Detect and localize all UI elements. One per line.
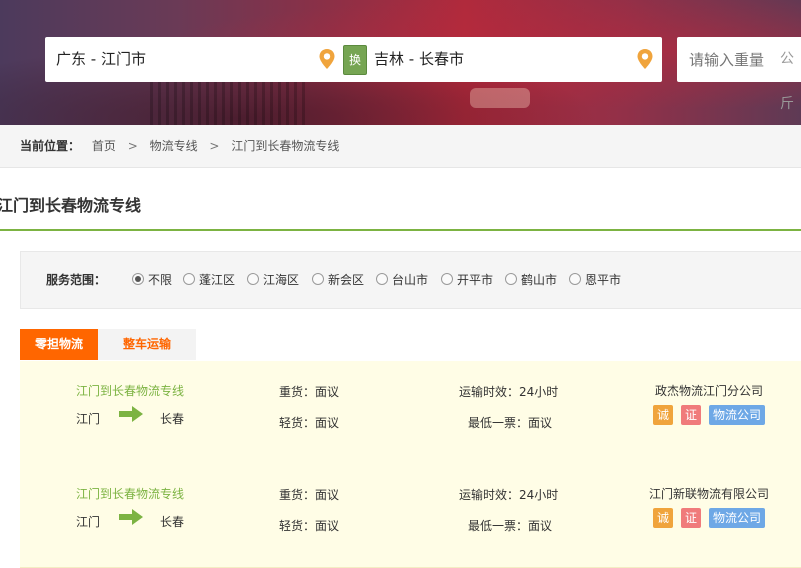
location-pin-icon[interactable]: [636, 48, 654, 70]
swap-button[interactable]: 换: [343, 45, 367, 75]
company-name-link[interactable]: 江门新联物流有限公司: [649, 485, 769, 502]
company-type-badge: 物流公司: [709, 405, 765, 425]
list-item[interactable]: 江门到长春物流专线 江门 长春 重货：面议 轻货：面议 运输时效：24小时 最低…: [20, 464, 801, 568]
radio-icon[interactable]: [183, 273, 195, 285]
route-title-link[interactable]: 江门到长春物流专线: [76, 382, 184, 399]
filter-label: 服务范围：: [46, 273, 107, 287]
weight-input[interactable]: [687, 49, 769, 71]
certified-badge: 证: [681, 508, 701, 528]
page-title-bar: 江门到长春物流专线: [0, 168, 801, 231]
filter-option-label: 蓬江区: [199, 273, 236, 287]
radio-icon[interactable]: [569, 273, 581, 285]
minimum-charge: 最低一票：面议: [468, 519, 553, 533]
filter-option-label: 鹤山市: [521, 273, 558, 287]
credit-badge: 诚: [653, 405, 673, 425]
breadcrumb-logistics-link[interactable]: 物流专线: [150, 139, 198, 153]
filter-option-label: 新会区: [328, 273, 365, 287]
hero-banner: 广东 - 江门市 换 吉林 - 长春市 公斤: [0, 0, 801, 125]
company-name-link[interactable]: 政杰物流江门分公司: [655, 382, 763, 399]
tab-ftl[interactable]: 整车运输: [98, 329, 196, 360]
radio-icon[interactable]: [505, 273, 517, 285]
filter-option-label: 开平市: [457, 273, 494, 287]
tab-ltl[interactable]: 零担物流: [20, 329, 98, 360]
route-destination: 长春: [160, 412, 185, 426]
company-type-badge: 物流公司: [709, 508, 765, 528]
breadcrumb-home-link[interactable]: 首页: [92, 139, 116, 153]
transit-time: 运输时效：24小时: [459, 488, 559, 502]
service-area-filter: 服务范围： 不限 蓬江区 江海区 新会区 台山市 开平市 鹤山市 恩平市: [20, 251, 801, 309]
filter-option-label: 恩平市: [585, 273, 622, 287]
weight-unit: 公斤: [780, 51, 794, 112]
filter-option-label: 江海区: [263, 273, 300, 287]
route-origin: 江门: [76, 412, 101, 426]
light-price: 轻货：面议: [279, 519, 340, 533]
radio-checked-icon[interactable]: [132, 273, 144, 285]
weight-input-box: 公斤: [677, 37, 801, 112]
arrow-right-icon: [119, 509, 143, 525]
route-destination: 长春: [160, 515, 185, 529]
filter-option-label: 台山市: [392, 273, 429, 287]
truck-light-decoration: [470, 88, 530, 108]
light-price: 轻货：面议: [279, 416, 340, 430]
arrow-right-icon: [119, 406, 143, 422]
route-origin: 江门: [76, 515, 101, 529]
breadcrumb-separator: >: [127, 139, 138, 153]
breadcrumb-current-link[interactable]: 江门到长春物流专线: [231, 139, 339, 153]
list-item[interactable]: 江门到长春物流专线 江门 长春 重货：面议 轻货：面议 运输时效：24小时 最低…: [20, 361, 801, 465]
breadcrumb-label: 当前位置：: [20, 139, 81, 153]
location-pin-icon[interactable]: [318, 48, 336, 70]
radio-icon[interactable]: [247, 273, 259, 285]
heavy-price: 重货：面议: [279, 385, 340, 399]
credit-badge: 诚: [653, 508, 673, 528]
minimum-charge: 最低一票：面议: [468, 416, 553, 430]
destination-field[interactable]: 吉林 - 长春市: [374, 37, 464, 82]
transit-time: 运输时效：24小时: [459, 385, 559, 399]
breadcrumb: 当前位置： 首页 > 物流专线 > 江门到长春物流专线: [0, 125, 801, 168]
route-search-box: 广东 - 江门市 换 吉林 - 长春市: [45, 37, 662, 82]
certified-badge: 证: [681, 405, 701, 425]
filter-option-label: 不限: [148, 273, 173, 287]
page-title: 江门到长春物流专线: [0, 196, 142, 215]
breadcrumb-separator: >: [209, 139, 220, 153]
radio-icon[interactable]: [312, 273, 324, 285]
radio-icon[interactable]: [376, 273, 388, 285]
route-title-link[interactable]: 江门到长春物流专线: [76, 485, 184, 502]
heavy-price: 重货：面议: [279, 488, 340, 502]
origin-field[interactable]: 广东 - 江门市: [56, 37, 146, 82]
radio-icon[interactable]: [441, 273, 453, 285]
